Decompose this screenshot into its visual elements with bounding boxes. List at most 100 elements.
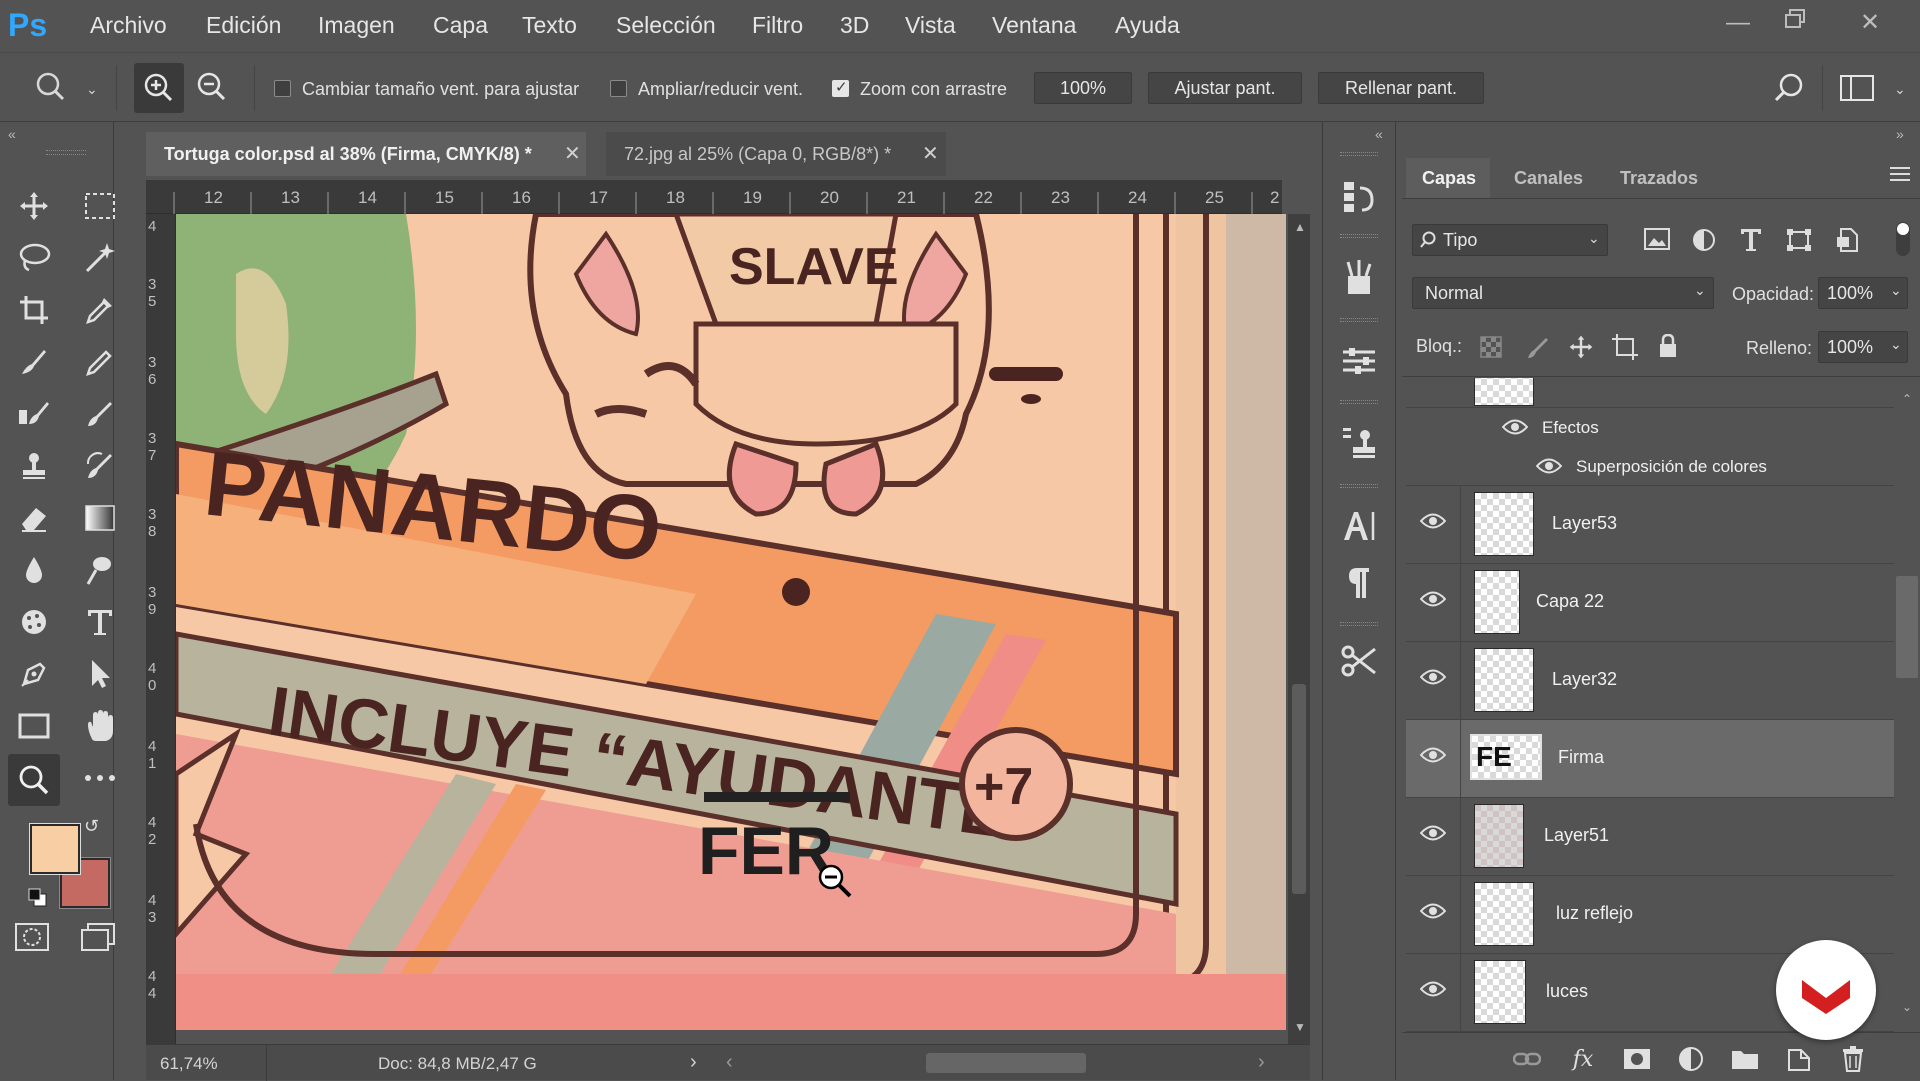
eye-icon[interactable] [1419, 590, 1447, 613]
menu-archivo[interactable]: Archivo [90, 10, 167, 40]
panel-grip[interactable] [46, 150, 86, 155]
layers-scrollbar[interactable]: ⌃ ⌄ [1896, 380, 1918, 1030]
delete-layer-icon[interactable] [1836, 1044, 1870, 1074]
collapse-dock-icon[interactable]: « [1375, 126, 1383, 142]
foreground-color-swatch[interactable] [29, 823, 81, 875]
menu-filtro[interactable]: Filtro [752, 10, 803, 40]
scroll-left-icon[interactable]: ‹ [726, 1051, 733, 1074]
layer-filter-select[interactable]: Tipo [1412, 224, 1608, 256]
panel-grip[interactable] [1340, 400, 1378, 404]
clone-stamp-icon[interactable] [12, 444, 56, 488]
lock-pixels-icon[interactable] [1526, 336, 1550, 365]
type-tool-icon[interactable] [78, 600, 122, 644]
filter-toggle[interactable] [1896, 222, 1910, 256]
blend-mode-select[interactable]: Normal [1412, 277, 1714, 309]
new-adjustment-layer-icon[interactable] [1674, 1044, 1708, 1074]
pencil-icon[interactable] [78, 340, 122, 384]
new-layer-icon[interactable] [1782, 1044, 1816, 1074]
filter-shape-icon[interactable] [1786, 228, 1812, 257]
tab-tortuga-color[interactable]: Tortuga color.psd al 38% (Firma, CMYK/8)… [146, 132, 586, 176]
menu-capa[interactable]: Capa [433, 10, 488, 40]
menu-ayuda[interactable]: Ayuda [1115, 10, 1180, 40]
zoom-level[interactable]: 61,74% [160, 1054, 218, 1074]
tab-trazados[interactable]: Trazados [1620, 158, 1698, 198]
layer-style-fx-icon[interactable]: fx [1566, 1044, 1600, 1074]
close-icon[interactable]: ✕ [564, 132, 581, 176]
chevron-down-icon[interactable]: ⌄ [86, 81, 98, 98]
lock-transparent-icon[interactable] [1480, 336, 1502, 363]
pen-tool-icon[interactable] [12, 652, 56, 696]
chevron-down-icon[interactable]: ⌄ [1890, 282, 1902, 299]
effects-row[interactable]: Efectos [1406, 408, 1894, 446]
layer-row[interactable]: Layer51 [1406, 798, 1894, 876]
marquee-tool-icon[interactable] [78, 184, 122, 228]
path-selection-icon[interactable] [78, 652, 122, 696]
chevron-down-icon[interactable]: ⌄ [1890, 336, 1902, 353]
character-panel-icon[interactable] [1328, 494, 1390, 556]
lasso-tool-icon[interactable] [12, 236, 56, 280]
scroll-down-icon[interactable]: ⌄ [1902, 1000, 1912, 1014]
sponge-3d-icon[interactable] [12, 600, 56, 644]
menu-ventana[interactable]: Ventana [992, 10, 1076, 40]
collapse-panel-icon[interactable]: » [1896, 126, 1904, 142]
panel-grip[interactable] [1340, 622, 1378, 626]
zoom-all-windows-checkbox[interactable] [610, 80, 627, 97]
blur-tool-icon[interactable] [12, 548, 56, 592]
dodge-tool-icon[interactable] [78, 548, 122, 592]
eye-icon[interactable] [1419, 824, 1447, 847]
tool-presets-panel-icon[interactable] [1328, 630, 1390, 692]
scroll-up-icon[interactable]: ⌃ [1902, 392, 1912, 406]
zoom-out-button[interactable] [196, 71, 228, 108]
document-canvas[interactable]: SLAVE PANARDO INCLUYE “AYUDANTE” +7 FER [176, 214, 1286, 1030]
status-menu-arrow-icon[interactable]: › [690, 1051, 697, 1074]
hand-tool-icon[interactable] [78, 704, 122, 748]
layer-row[interactable]: Layer53 [1406, 486, 1894, 564]
healing-brush-icon[interactable] [12, 340, 56, 384]
close-window-icon[interactable]: ✕ [1848, 6, 1892, 40]
menu-edicion[interactable]: Edición [206, 10, 281, 40]
brush-tool-icon[interactable] [78, 392, 122, 436]
layer-row[interactable]: Capa 22 [1406, 564, 1894, 642]
rectangle-tool-icon[interactable] [12, 704, 56, 748]
panel-grip[interactable] [1340, 234, 1378, 238]
chevron-down-icon[interactable]: ⌄ [1588, 230, 1600, 247]
panel-menu-icon[interactable] [1890, 166, 1910, 187]
layer-row[interactable]: Layer32 [1406, 642, 1894, 720]
filter-smart-object-icon[interactable] [1836, 228, 1858, 257]
zoom-tool-preset-icon[interactable] [34, 71, 74, 110]
tab-canales[interactable]: Canales [1514, 158, 1583, 198]
horizontal-scrollbar-thumb[interactable] [926, 1053, 1086, 1073]
fit-screen-button[interactable]: Ajustar pant. [1148, 72, 1302, 104]
vertical-scrollbar[interactable]: ▲ ▼ [1288, 214, 1310, 1044]
eyedropper-icon[interactable] [78, 288, 122, 332]
brushes-panel-icon[interactable] [1328, 246, 1390, 308]
search-icon[interactable] [1772, 71, 1806, 110]
panel-grip[interactable] [1340, 152, 1378, 156]
new-group-icon[interactable] [1728, 1044, 1762, 1074]
swap-colors-icon[interactable]: ↺ [84, 816, 99, 837]
adjustments-panel-icon[interactable] [1328, 330, 1390, 392]
menu-seleccion[interactable]: Selección [616, 10, 716, 40]
scrubby-zoom-checkbox[interactable] [832, 78, 849, 97]
add-mask-icon[interactable] [1620, 1044, 1654, 1074]
paragraph-panel-icon[interactable] [1328, 552, 1390, 614]
scroll-up-icon[interactable]: ▲ [1294, 220, 1306, 234]
clone-source-panel-icon[interactable] [1328, 412, 1390, 474]
zoom-percent-field[interactable]: 100% [1034, 72, 1132, 104]
menu-texto[interactable]: Texto [522, 10, 577, 40]
tab-72-jpg[interactable]: 72.jpg al 25% (Capa 0, RGB/8*) * ✕ [606, 132, 946, 176]
eye-icon[interactable] [1419, 668, 1447, 691]
panel-grip[interactable] [1340, 484, 1378, 488]
resize-windows-checkbox[interactable] [274, 80, 291, 97]
panel-grip[interactable] [1340, 318, 1378, 322]
screen-mode-icon[interactable] [80, 922, 116, 957]
scrollbar-thumb[interactable] [1896, 576, 1918, 678]
magic-wand-icon[interactable] [78, 236, 122, 280]
scroll-right-icon[interactable]: › [1258, 1051, 1265, 1074]
eye-icon[interactable] [1419, 902, 1447, 925]
zoom-tool-icon[interactable] [8, 754, 60, 806]
tab-capas[interactable]: Capas [1406, 158, 1490, 198]
effect-row-color-overlay[interactable]: Superposición de colores [1406, 446, 1894, 486]
layer-row-selected[interactable]: FE Firma [1406, 720, 1894, 798]
eye-icon[interactable] [1419, 512, 1447, 535]
